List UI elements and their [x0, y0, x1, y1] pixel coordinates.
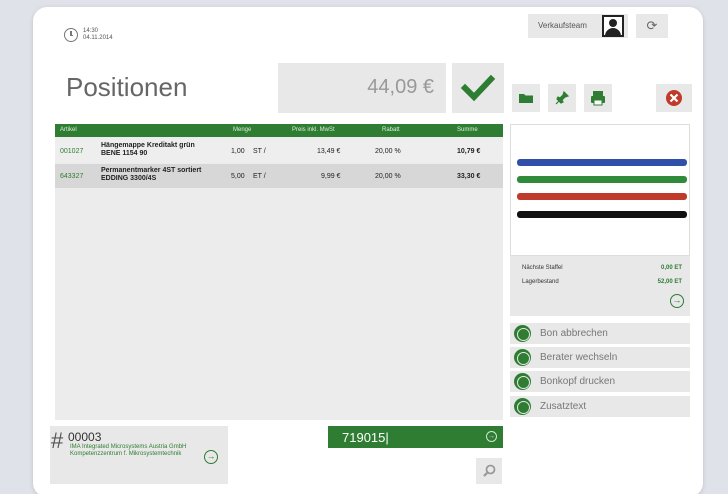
- close-circle-icon: [666, 90, 682, 106]
- arrow-right-circle-icon[interactable]: →: [670, 294, 684, 308]
- print-header-button[interactable]: Bonkopf drucken: [510, 371, 690, 392]
- customer-arrow-icon[interactable]: →: [204, 450, 218, 464]
- table-header: Artikel Menge Preis inkl. MwSt Rabatt Su…: [55, 124, 503, 137]
- search-icon: [483, 464, 496, 477]
- col-menge: Menge: [233, 127, 252, 133]
- hash-icon: #: [51, 428, 64, 453]
- team-selector[interactable]: Verkaufsteam: [528, 14, 628, 38]
- quantity: 5,00: [231, 173, 245, 180]
- avatar: [602, 15, 624, 37]
- quantity: 1,00: [231, 148, 245, 155]
- col-rabatt: Rabatt: [382, 127, 400, 133]
- cancel-icon: [514, 325, 531, 342]
- next-tier-value: 0,00 ET: [660, 265, 682, 271]
- article-code: EDDING 3300/4S: [101, 175, 157, 182]
- clock-icon: [64, 28, 78, 42]
- cancel-receipt-button[interactable]: Bon abbrechen: [510, 323, 690, 344]
- submit-arrow-icon[interactable]: →: [486, 431, 497, 442]
- change-advisor-button[interactable]: Berater wechseln: [510, 347, 690, 368]
- stock-value: 52,00 ET: [657, 279, 682, 285]
- product-info: Nächste Staffel 0,00 ET Lagerbestand 52,…: [510, 256, 690, 316]
- article-name: Hängemappe Kreditakt grün: [101, 142, 195, 149]
- article-description: Permanentmarker 4ST sortiert EDDING 3300…: [101, 167, 241, 183]
- folder-icon: [519, 94, 533, 103]
- article-description: Hängemappe Kreditakt grün BENE 1154 90: [101, 142, 241, 158]
- pin-icon: [555, 90, 570, 105]
- col-preis: Preis inkl. MwSt: [292, 127, 335, 133]
- discount: 20,00 %: [375, 173, 401, 180]
- datetime: 14:30 04.11.2014: [83, 28, 113, 42]
- receipt-icon: [514, 373, 531, 390]
- print-header-label: Bonkopf drucken: [540, 376, 616, 387]
- unit: ET /: [253, 173, 266, 180]
- text-icon: [514, 398, 531, 415]
- printer-icon: [591, 91, 605, 106]
- red-marker-image: [517, 193, 687, 200]
- change-advisor-label: Berater wechseln: [540, 352, 618, 363]
- extra-text-label: Zusatztext: [540, 401, 587, 412]
- stock-label: Lagerbestand: [522, 279, 559, 285]
- price: 13,49 €: [317, 148, 341, 155]
- checkmark-icon: [460, 74, 496, 102]
- search-button[interactable]: [476, 458, 502, 484]
- product-image: [510, 124, 690, 256]
- col-artikel: Artikel: [60, 127, 77, 133]
- black-marker-image: [517, 211, 687, 218]
- extra-text-button[interactable]: Zusatztext: [510, 396, 690, 417]
- page-title: Positionen: [66, 72, 188, 102]
- total-amount: 44,09 €: [367, 76, 434, 98]
- blue-marker-image: [517, 159, 687, 166]
- col-summe: Summe: [457, 127, 478, 133]
- discount: 20,00 %: [375, 148, 401, 155]
- total-amount-box: 44,09 €: [278, 63, 446, 113]
- refresh-icon: ⟳: [646, 18, 658, 33]
- print-button[interactable]: [584, 84, 612, 112]
- line-sum: 10,79 €: [457, 148, 481, 155]
- article-scan-input[interactable]: 719015| →: [328, 426, 503, 448]
- price: 9,99 €: [321, 173, 341, 180]
- green-marker-image: [517, 176, 687, 183]
- article-number: 643327: [60, 173, 84, 180]
- cancel-receipt-label: Bon abbrechen: [540, 328, 608, 339]
- article-number: 001027: [60, 148, 84, 155]
- customer-address: IMA Integrated Microsystems Austria GmbH…: [70, 444, 187, 457]
- table-row[interactable]: 643327 Permanentmarker 4ST sortiert EDDI…: [55, 164, 503, 188]
- confirm-button[interactable]: [452, 63, 504, 113]
- article-name: Permanentmarker 4ST sortiert: [101, 167, 202, 174]
- next-tier-label: Nächste Staffel: [522, 265, 563, 271]
- customer-number: 00003: [68, 430, 102, 444]
- line-sum: 33,30 €: [457, 173, 481, 180]
- user-icon: [514, 349, 531, 366]
- team-label: Verkaufsteam: [538, 21, 587, 30]
- scan-value: 719015|: [342, 430, 389, 445]
- date-text: 04.11.2014: [83, 35, 113, 41]
- unit: ST /: [253, 148, 266, 155]
- open-folder-button[interactable]: [512, 84, 540, 112]
- cancel-transaction-button[interactable]: [656, 84, 692, 112]
- refresh-button[interactable]: ⟳: [636, 14, 668, 38]
- time-text: 14:30: [83, 28, 99, 34]
- table-row[interactable]: 001027 Hängemappe Kreditakt grün BENE 11…: [55, 139, 503, 163]
- pin-button[interactable]: [548, 84, 576, 112]
- article-code: BENE 1154 90: [101, 150, 148, 157]
